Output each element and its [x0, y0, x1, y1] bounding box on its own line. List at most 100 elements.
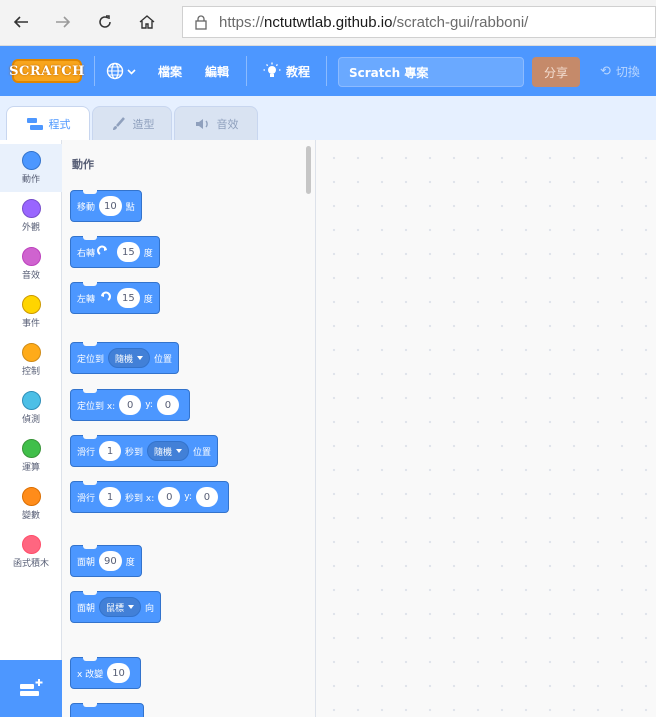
category-my-blocks[interactable]: 函式積木 — [0, 528, 62, 576]
tab-code[interactable]: 程式 — [6, 106, 90, 141]
block-change-x[interactable]: x 改變 10 — [70, 657, 141, 689]
block-partial[interactable] — [70, 703, 144, 717]
block-glide-to[interactable]: 滑行 1 秒到 隨機 位置 — [70, 435, 219, 467]
category-label: 函式積木 — [12, 559, 49, 569]
category-label: 運算 — [21, 463, 40, 473]
menu-divider — [94, 56, 95, 86]
category-events-dot — [21, 295, 41, 314]
y-input[interactable]: 0 — [156, 395, 179, 415]
block-point-towards[interactable]: 面朝 鼠標 向 — [70, 591, 162, 623]
category-operators-dot — [21, 439, 41, 458]
menu-divider — [326, 56, 327, 86]
block-text: 度 — [143, 248, 153, 259]
scratch-logo[interactable]: SCRATCH — [9, 59, 84, 83]
x-change-input[interactable]: 10 — [107, 663, 130, 683]
tutorials-menu[interactable]: 教程 — [263, 60, 310, 82]
code-workspace[interactable] — [316, 140, 656, 717]
target-dropdown[interactable]: 隨機 — [108, 348, 151, 368]
block-text: 向 — [145, 603, 155, 614]
home-icon[interactable] — [134, 9, 160, 35]
dropdown-value: 隨機 — [115, 354, 134, 365]
url-text: https://nctutwtlab.github.io/scratch-gui… — [219, 13, 529, 31]
y-input[interactable]: 0 — [195, 487, 218, 507]
block-text: 面朝 — [77, 603, 96, 614]
file-menu[interactable]: 檔案 — [158, 60, 182, 82]
rotate-left-icon — [101, 291, 111, 301]
block-text: 秒到 x: — [125, 493, 155, 504]
block-text: 秒到 — [125, 447, 144, 458]
seconds-input[interactable]: 1 — [99, 441, 122, 461]
seconds-input[interactable]: 1 — [99, 487, 122, 507]
category-label: 動作 — [21, 175, 40, 185]
block-text: 右轉 — [77, 248, 96, 259]
x-input[interactable]: 0 — [119, 395, 142, 415]
category-variables-dot — [21, 487, 41, 506]
chevron-down-icon — [127, 68, 136, 75]
category-operators[interactable]: 運算 — [0, 432, 62, 480]
category-label: 變數 — [21, 511, 40, 521]
switch-to-project-page[interactable]: ⟲ 切換 — [600, 60, 640, 82]
direction-input[interactable]: 90 — [99, 551, 122, 571]
speaker-icon — [195, 118, 208, 129]
category-motion[interactable]: 動作 — [0, 144, 62, 192]
target-dropdown[interactable]: 鼠標 — [99, 597, 142, 617]
address-bar[interactable]: https://nctutwtlab.github.io/scratch-gui… — [182, 6, 656, 38]
tab-costumes[interactable]: 造型 — [92, 106, 172, 140]
block-go-to[interactable]: 定位到 隨機 位置 — [70, 342, 180, 374]
category-control-dot — [21, 343, 41, 362]
category-sound[interactable]: 音效 — [0, 240, 62, 288]
category-label: 偵測 — [21, 415, 40, 425]
add-extension-icon — [20, 678, 43, 696]
tab-sounds[interactable]: 音效 — [174, 106, 258, 140]
dropdown-value: 隨機 — [154, 447, 173, 458]
block-text: y: — [184, 492, 192, 502]
block-turn-right[interactable]: 右轉 15 度 — [70, 236, 160, 268]
category-label: 控制 — [21, 367, 40, 377]
target-dropdown[interactable]: 隨機 — [147, 441, 190, 461]
block-text: 左轉 — [77, 294, 96, 305]
chevron-down-icon — [137, 356, 144, 360]
block-go-to-xy[interactable]: 定位到 x: 0 y: 0 — [70, 389, 190, 421]
palette-scrollbar[interactable] — [306, 146, 311, 194]
steps-input[interactable]: 10 — [99, 196, 122, 216]
editor-tabs: 程式 造型 音效 — [0, 96, 656, 141]
project-title-input[interactable]: Scratch 專案 — [338, 57, 524, 87]
block-text: 面朝 — [77, 557, 96, 568]
block-text: x 改變 — [77, 669, 104, 680]
category-looks[interactable]: 外觀 — [0, 192, 62, 240]
refresh-icon[interactable] — [92, 9, 118, 35]
block-glide-to-xy[interactable]: 滑行 1 秒到 x: 0 y: 0 — [70, 481, 229, 513]
block-point-in-direction[interactable]: 面朝 90 度 — [70, 545, 142, 577]
block-text: 定位到 — [77, 354, 105, 365]
chevron-down-icon — [176, 449, 183, 453]
category-variables[interactable]: 變數 — [0, 480, 62, 528]
block-move-steps[interactable]: 移動 10 點 — [70, 190, 142, 222]
forward-icon[interactable] — [50, 9, 76, 35]
edit-menu[interactable]: 編輯 — [205, 60, 229, 82]
category-events[interactable]: 事件 — [0, 288, 62, 336]
block-text: 點 — [125, 202, 135, 213]
category-looks-dot — [21, 199, 41, 218]
language-menu[interactable] — [106, 60, 136, 82]
add-extension-button[interactable] — [0, 660, 62, 717]
category-menu: 動作 外觀 音效 事件 控制 偵測 運算 變數 函式積木 — [0, 140, 62, 660]
category-my-blocks-dot — [21, 535, 41, 554]
block-turn-left[interactable]: 左轉 15 度 — [70, 282, 160, 314]
block-text: 位置 — [193, 447, 212, 458]
block-palette: 動作 移動 10 點 右轉 15 度 左轉 15 度 定位到 隨機 位置 定位到… — [62, 140, 316, 717]
back-icon[interactable] — [8, 9, 34, 35]
globe-icon — [106, 62, 124, 80]
category-control[interactable]: 控制 — [0, 336, 62, 384]
lightbulb-icon — [263, 62, 281, 77]
switch-icon: ⟲ — [600, 63, 611, 79]
category-sensing[interactable]: 偵測 — [0, 384, 62, 432]
share-button[interactable]: 分享 — [532, 57, 580, 87]
x-input[interactable]: 0 — [158, 487, 181, 507]
degrees-input[interactable]: 15 — [117, 288, 140, 308]
degrees-input[interactable]: 15 — [117, 242, 140, 262]
chevron-down-icon — [128, 605, 135, 609]
block-text: 滑行 — [77, 447, 96, 458]
category-label: 外觀 — [21, 223, 40, 233]
category-sensing-dot — [21, 391, 41, 410]
scratch-menubar: SCRATCH 檔案 編輯 教程 Scratch 專案 分享 ⟲ 切換 — [0, 46, 656, 96]
